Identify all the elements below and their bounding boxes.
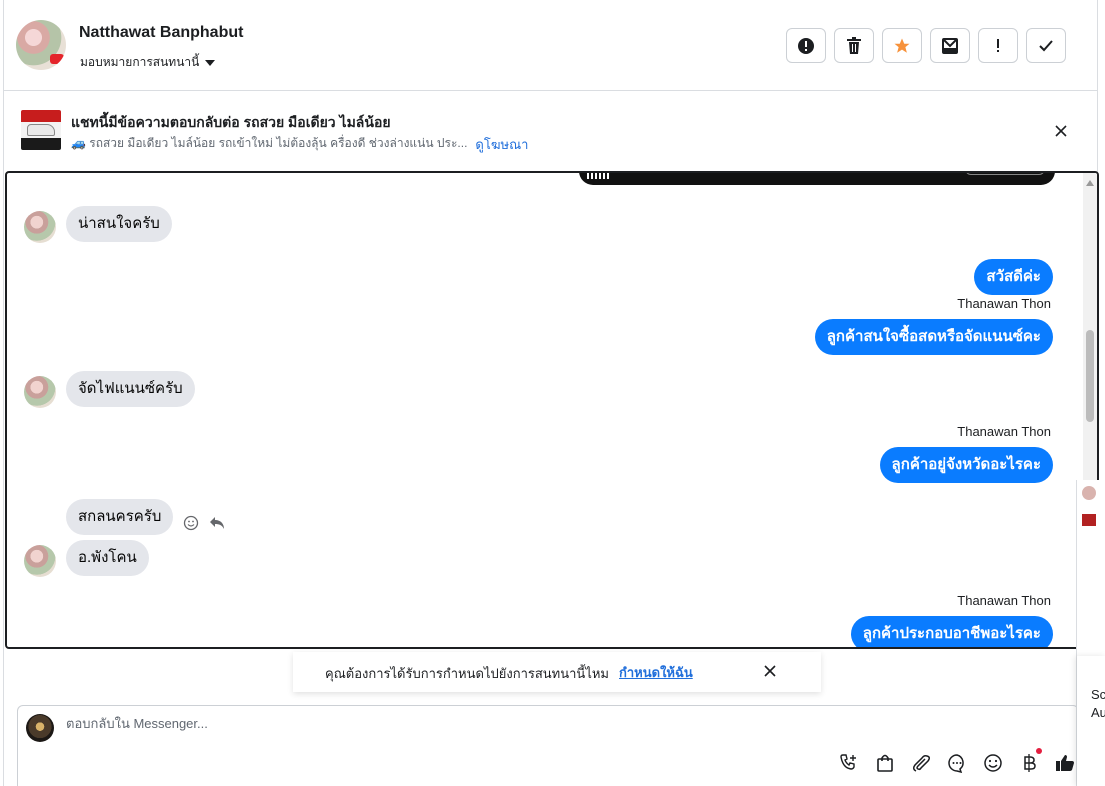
notification-dot: [1036, 748, 1042, 754]
assign-dropdown[interactable]: มอบหมายการสนทนานี้: [80, 53, 216, 72]
sender-name: Thanawan Thon: [957, 593, 1051, 608]
mark-unread-button[interactable]: [930, 28, 970, 63]
call-icon: [840, 754, 856, 770]
contact-name[interactable]: Natthawat Banphabut: [79, 24, 243, 42]
mark-done-button[interactable]: [1026, 28, 1066, 63]
shared-image[interactable]: [579, 173, 1055, 185]
attach-button[interactable]: [910, 752, 932, 774]
report-icon: [798, 37, 814, 54]
contact-avatar-small[interactable]: [24, 545, 56, 577]
outgoing-message[interactable]: ลูกค้าอยู่จังหวัดอะไรคะ: [879, 447, 1053, 483]
close-icon[interactable]: [1054, 124, 1068, 138]
star-icon: [894, 38, 910, 53]
sender-name: Thanawan Thon: [957, 424, 1051, 439]
contact-avatar-small[interactable]: [24, 376, 56, 408]
assign-label: มอบหมายการสนทนานี้: [80, 55, 200, 69]
caret-down-icon: [205, 60, 216, 66]
outgoing-message[interactable]: ลูกค้าสนใจซื้อสดหรือจัดแนนซ์คะ: [814, 319, 1053, 355]
reply-icon[interactable]: [209, 516, 225, 530]
delete-button[interactable]: [834, 28, 874, 63]
scroll-up-arrow-icon[interactable]: [1086, 180, 1094, 186]
edge-text-line: Sc: [1091, 687, 1105, 702]
ad-context-banner: แชทนี้มีข้อความตอบกลับต่อ รถสวย มือเดียว…: [4, 92, 1097, 168]
saved-reply-button[interactable]: [946, 752, 968, 774]
ad-title: แชทนี้มีข้อความตอบกลับต่อ รถสวย มือเดียว…: [71, 114, 391, 130]
call-button[interactable]: [838, 752, 860, 774]
edge-text: Sc Au: [1091, 686, 1105, 722]
contact-avatar[interactable]: [16, 20, 66, 70]
message-thread[interactable]: น่าสนใจครับ สวัสดีค่ะ Thanawan Thon ลูกค…: [5, 171, 1099, 649]
incoming-message[interactable]: สกลนครครับ: [66, 499, 174, 535]
saved-reply-icon: [948, 754, 964, 773]
react-icon[interactable]: [183, 515, 199, 531]
composer-toolbar: [838, 748, 1076, 774]
suggestion-text: คุณต้องการได้รับการกำหนดไปยังการสนทนานี้…: [325, 666, 609, 681]
emoji-button[interactable]: [982, 752, 1004, 774]
close-icon[interactable]: [763, 664, 777, 678]
follow-up-button[interactable]: [978, 28, 1018, 63]
star-button[interactable]: [882, 28, 922, 63]
contact-avatar-small[interactable]: [24, 211, 56, 243]
edge-thumbnail[interactable]: [1082, 514, 1096, 526]
car-image: [27, 124, 55, 136]
like-button[interactable]: [1054, 752, 1076, 774]
mark-unread-icon: [942, 37, 958, 54]
avatar-badge: [50, 54, 64, 64]
check-icon: [1039, 39, 1053, 51]
ad-subtitle: 🚙 รถสวย มือเดียว ไมล์น้อย รถเข้าใหม่ ไม่…: [71, 136, 468, 150]
outgoing-message[interactable]: สวัสดีค่ะ: [974, 259, 1053, 295]
outgoing-message[interactable]: ลูกค้าประกอบอาชีพอะไรคะ: [850, 616, 1053, 647]
assign-to-me-link[interactable]: กำหนดให้ฉัน: [619, 662, 693, 683]
inbox-conversation-panel: Natthawat Banphabut มอบหมายการสนทนานี้ แ…: [3, 0, 1099, 786]
sender-name: Thanawan Thon: [957, 296, 1051, 311]
incoming-message[interactable]: น่าสนใจครับ: [66, 206, 172, 242]
follow-up-icon: [997, 38, 999, 52]
reply-input[interactable]: [66, 716, 966, 731]
shopping-bag-icon: [877, 754, 893, 772]
emoji-icon: [984, 754, 1002, 772]
like-icon: [1056, 755, 1074, 771]
ad-subtitle-row: 🚙 รถสวย มือเดียว ไมล์น้อย รถเข้าใหม่ ไม่…: [71, 134, 528, 155]
scroll-thumb[interactable]: [1086, 330, 1094, 422]
edge-text-line: Au: [1091, 705, 1105, 720]
page-avatar: [26, 714, 54, 742]
trash-icon: [847, 36, 861, 54]
side-panel-fragment: Sc Au: [1076, 480, 1105, 786]
view-ad-link[interactable]: ดูโฆษณา: [475, 134, 528, 155]
assign-suggestion-bar: คุณต้องการได้รับการกำหนดไปยังการสนทนานี้…: [293, 652, 821, 692]
ad-thumbnail[interactable]: [21, 110, 61, 150]
incoming-message[interactable]: อ.พังโคน: [66, 540, 149, 576]
shop-button[interactable]: [874, 752, 896, 774]
conversation-header: Natthawat Banphabut มอบหมายการสนทนานี้: [4, 0, 1097, 91]
edge-card: Sc Au: [1077, 656, 1105, 786]
edge-avatar[interactable]: [1082, 486, 1096, 500]
message-actions: [183, 515, 225, 531]
conversation-toolbar: [786, 28, 1066, 63]
baht-icon: [1024, 754, 1036, 772]
report-button[interactable]: [786, 28, 826, 63]
attach-icon: [912, 755, 930, 772]
incoming-message[interactable]: จัดไฟแนนซ์ครับ: [66, 371, 195, 407]
message-composer: [17, 705, 1079, 786]
payment-button[interactable]: [1018, 748, 1042, 774]
